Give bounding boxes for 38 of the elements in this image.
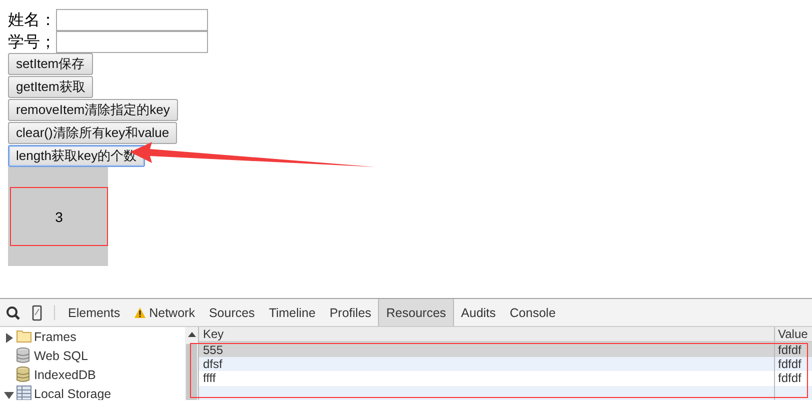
- phone-icon[interactable]: [32, 304, 42, 320]
- expand-arrow-icon[interactable]: [4, 332, 14, 342]
- tab[interactable]: Network: [127, 299, 202, 326]
- collapse-arrow-icon[interactable]: [4, 390, 14, 400]
- warning-icon: [134, 306, 146, 318]
- tab[interactable]: Elements: [61, 299, 128, 326]
- scrollbar-thumb[interactable]: [186, 344, 197, 400]
- action-button[interactable]: setItem保存: [8, 53, 93, 75]
- action-button[interactable]: clear()清除所有key和value: [8, 122, 178, 144]
- action-button[interactable]: removeItem清除指定的key: [8, 99, 178, 121]
- search-icon[interactable]: [6, 306, 20, 320]
- table-cell-text: dfsf: [202, 356, 224, 372]
- sidebar-item[interactable]: IndexedDB: [34, 368, 96, 382]
- input-field[interactable]: [56, 31, 208, 53]
- sidebar-item[interactable]: Frames: [34, 330, 76, 344]
- sidebar-item[interactable]: Local Storage: [34, 386, 112, 400]
- column-header[interactable]: Value: [774, 327, 812, 342]
- tab[interactable]: Resources: [378, 299, 454, 326]
- tab[interactable]: Timeline: [262, 299, 323, 326]
- database-icon: [16, 347, 32, 364]
- table-cell-text: ffff: [202, 371, 217, 386]
- field-label: 学号；: [8, 32, 56, 52]
- sidebar-item[interactable]: Web SQL: [34, 348, 88, 362]
- field-label: 姓名：: [8, 10, 56, 30]
- tab[interactable]: Audits: [454, 299, 503, 326]
- result-box: 3: [10, 187, 108, 246]
- tab[interactable]: Sources: [202, 299, 262, 326]
- table-icon: [16, 385, 32, 400]
- tab[interactable]: Console: [502, 299, 563, 326]
- tab[interactable]: Profiles: [322, 299, 378, 326]
- table-row[interactable]: dfsf fdfdf: [199, 356, 812, 372]
- action-button[interactable]: getItem获取: [8, 76, 94, 98]
- table-row[interactable]: 555 fdfdf: [199, 342, 812, 357]
- column-header[interactable]: Key: [199, 327, 774, 342]
- input-field[interactable]: [56, 9, 208, 31]
- folder-icon: [16, 328, 32, 345]
- table-cell-text: 555: [202, 342, 224, 357]
- database-icon: [16, 366, 32, 383]
